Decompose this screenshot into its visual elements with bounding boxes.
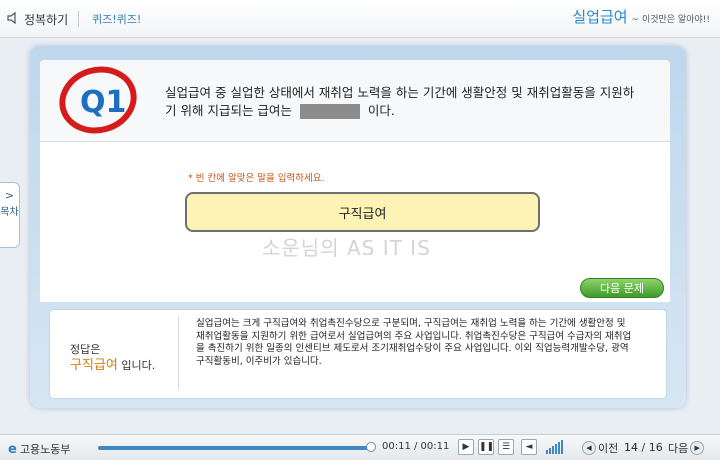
watermark: 소운님의 AS IT IS <box>262 236 431 260</box>
question-text-before: 실업급여 중 실업한 상태에서 재취업 노력을 하는 기간에 생활안정 및 재취… <box>165 85 635 118</box>
mute-button[interactable]: ◄ <box>521 439 537 455</box>
current-page: 14 <box>624 441 638 454</box>
answer-input[interactable] <box>185 192 540 232</box>
explanation-divider <box>178 316 179 390</box>
progress-track[interactable] <box>98 446 374 450</box>
brand-title: 실업급여 <box>572 8 628 26</box>
menu-button[interactable]: ☰ <box>498 439 514 455</box>
volume-level[interactable] <box>546 440 563 454</box>
speaker-icon[interactable] <box>6 11 20 28</box>
play-icon: ▶ <box>462 442 470 452</box>
section-name: 퀴즈!퀴즈! <box>92 13 142 26</box>
prev-page-button[interactable]: ◀ 이전 <box>582 440 618 456</box>
brand-logo: 실업급여 ~ 이것만은 알아야!! <box>572 6 710 27</box>
question-text-after: 이다. <box>367 103 395 118</box>
prev-label: 이전 <box>598 442 619 455</box>
page-indicator: 14 / 16 <box>624 441 663 454</box>
pause-icon: ❚❚ <box>479 442 495 452</box>
answer-text: 구직급여 <box>70 358 118 373</box>
answer-blank <box>299 104 360 119</box>
course-title-text: 정복하기 <box>24 12 69 27</box>
input-hint: * 빈 칸에 알맞은 말을 입력하세요. <box>188 173 325 184</box>
prev-arrow-icon: ◀ <box>582 441 596 455</box>
toc-label: 목차 <box>0 207 19 218</box>
menu-icon: ☰ <box>501 442 511 452</box>
ministry-e-icon: e <box>8 441 17 457</box>
progress-fill <box>98 446 374 450</box>
progress-handle[interactable] <box>366 442 376 452</box>
chevron-right-icon: > <box>4 189 15 202</box>
q1-badge-icon: Q1 <box>59 66 137 134</box>
toc-toggle-button[interactable]: > 목차 <box>0 182 20 248</box>
brand-tagline: ~ 이것만은 알아야!! <box>631 15 710 25</box>
q1-badge-text: Q1 <box>80 85 126 120</box>
question-text: 실업급여 중 실업한 상태에서 재취업 노력을 하는 기간에 생활안정 및 재취… <box>165 84 635 120</box>
play-button[interactable]: ▶ <box>458 439 474 455</box>
volume-icon: ◄ <box>525 442 533 452</box>
answer-suffix: 입니다. <box>121 359 156 372</box>
pause-button[interactable]: ❚❚ <box>478 439 494 455</box>
course-title: 정복하기 <box>6 8 80 30</box>
time-display: 00:11 / 00:11 <box>382 441 450 452</box>
top-bar: 정복하기 퀴즈!퀴즈! 실업급여 ~ 이것만은 알아야!! <box>0 0 720 38</box>
answer-label: 정답은 구직급여 입니다. <box>70 342 155 374</box>
total-pages: 16 <box>648 441 663 454</box>
next-page-button[interactable]: 다음 ▶ <box>668 440 705 456</box>
next-question-button[interactable]: 다음 문제 <box>580 278 664 298</box>
next-arrow-icon: ▶ <box>690 441 705 455</box>
ministry-name: 고용노동부 <box>19 443 71 456</box>
explanation-text: 실업급여는 크게 구직급여와 취업촉진수당으로 구분되며, 구직급여는 재취업 … <box>196 318 632 367</box>
next-label: 다음 <box>668 442 689 455</box>
answer-prefix: 정답은 <box>70 343 101 356</box>
ministry-logo: e 고용노동부 <box>8 441 70 457</box>
